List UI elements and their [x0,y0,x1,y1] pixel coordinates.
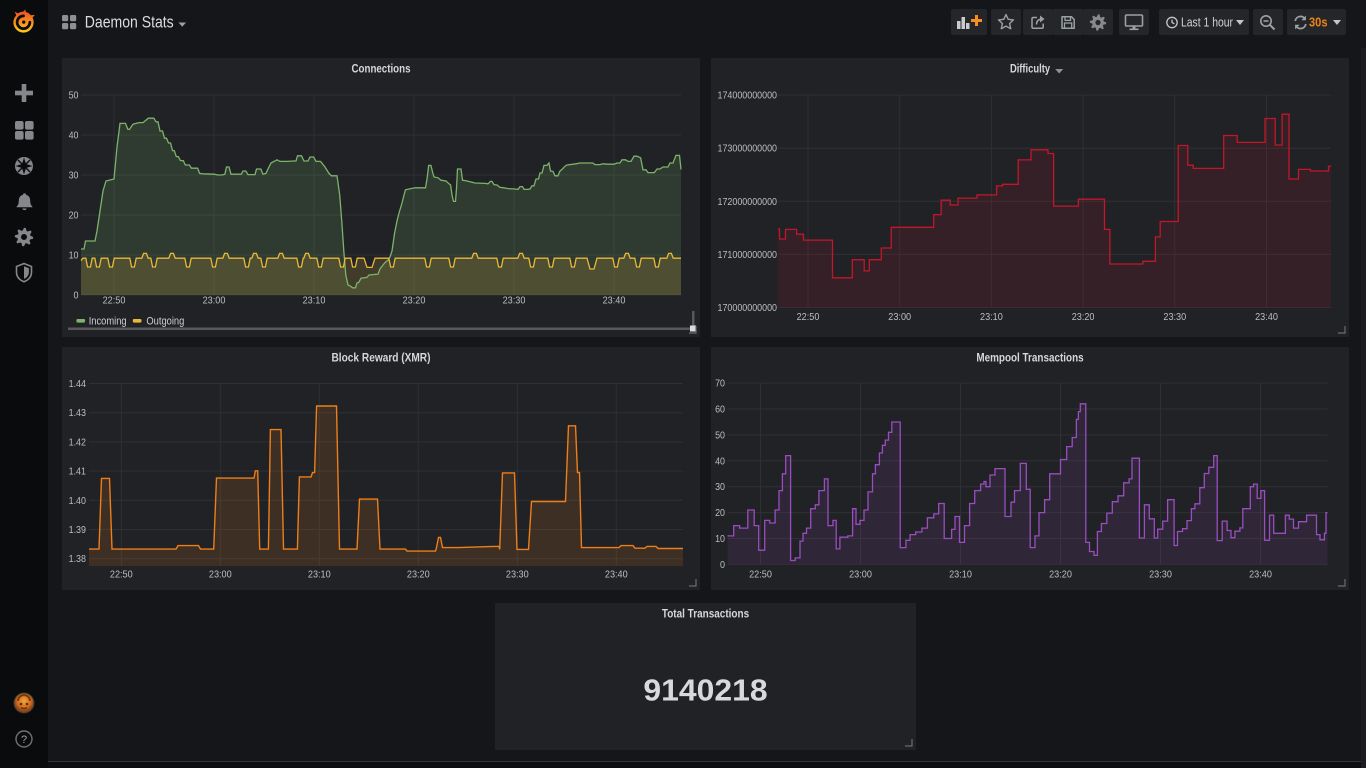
svg-text:23:40: 23:40 [603,295,626,307]
svg-text:22:50: 22:50 [797,311,820,323]
svg-text:?: ? [21,734,27,746]
svg-text:1.38: 1.38 [69,553,87,565]
svg-text:40: 40 [715,455,725,467]
svg-text:23:40: 23:40 [1255,311,1278,323]
svg-text:170000000000: 170000000000 [718,302,778,314]
svg-text:23:20: 23:20 [1072,311,1095,323]
svg-text:23:30: 23:30 [503,295,526,307]
svg-text:23:40: 23:40 [1249,569,1272,581]
svg-text:0: 0 [74,290,79,302]
svg-text:1.43: 1.43 [69,407,87,419]
svg-text:1.44: 1.44 [69,378,87,390]
svg-text:30: 30 [715,481,725,493]
svg-text:23:00: 23:00 [203,295,226,307]
svg-text:23:00: 23:00 [209,569,232,581]
svg-text:174000000000: 174000000000 [718,90,778,102]
svg-text:23:00: 23:00 [888,311,911,323]
svg-text:23:20: 23:20 [403,295,426,307]
svg-text:70: 70 [715,378,725,390]
svg-text:1.41: 1.41 [69,466,87,478]
svg-text:1.39: 1.39 [69,524,87,536]
svg-text:22:50: 22:50 [749,569,772,581]
svg-text:10: 10 [715,533,725,545]
svg-text:22:50: 22:50 [110,569,133,581]
svg-text:40: 40 [69,130,79,142]
svg-text:0: 0 [720,559,725,571]
svg-text:23:30: 23:30 [506,569,529,581]
svg-text:Daemon Stats: Daemon Stats [85,14,174,32]
svg-text:9140218: 9140218 [643,673,767,708]
svg-text:171000000000: 171000000000 [718,249,778,261]
svg-text:23:40: 23:40 [605,569,628,581]
svg-text:23:10: 23:10 [303,295,326,307]
svg-text:23:20: 23:20 [407,569,430,581]
svg-text:Incoming: Incoming [89,316,127,328]
svg-text:23:10: 23:10 [980,311,1003,323]
svg-text:60: 60 [715,404,725,416]
svg-text:1.40: 1.40 [69,495,87,507]
svg-text:22:50: 22:50 [103,295,126,307]
svg-text:30: 30 [69,170,79,182]
svg-text:1.42: 1.42 [69,436,87,448]
svg-text:Connections: Connections [352,62,411,76]
svg-text:50: 50 [715,429,725,441]
svg-text:Difficulty: Difficulty [1010,62,1050,76]
svg-text:23:20: 23:20 [1049,569,1072,581]
svg-text:20: 20 [715,507,725,519]
svg-text:10: 10 [69,250,79,262]
svg-text:Last 1 hour: Last 1 hour [1181,15,1234,30]
svg-text:23:10: 23:10 [949,569,972,581]
svg-text:Block Reward (XMR): Block Reward (XMR) [332,351,431,365]
svg-text:Total Transactions: Total Transactions [662,607,750,621]
svg-text:50: 50 [69,90,79,102]
svg-text:23:30: 23:30 [1163,311,1186,323]
svg-text:30s: 30s [1309,15,1328,30]
svg-text:Outgoing: Outgoing [146,316,184,328]
svg-text:23:00: 23:00 [849,569,872,581]
svg-text:172000000000: 172000000000 [718,196,778,208]
svg-text:23:10: 23:10 [308,569,331,581]
svg-text:173000000000: 173000000000 [718,143,778,155]
svg-text:Mempool Transactions: Mempool Transactions [976,351,1084,365]
svg-text:23:30: 23:30 [1149,569,1172,581]
svg-text:20: 20 [69,210,79,222]
